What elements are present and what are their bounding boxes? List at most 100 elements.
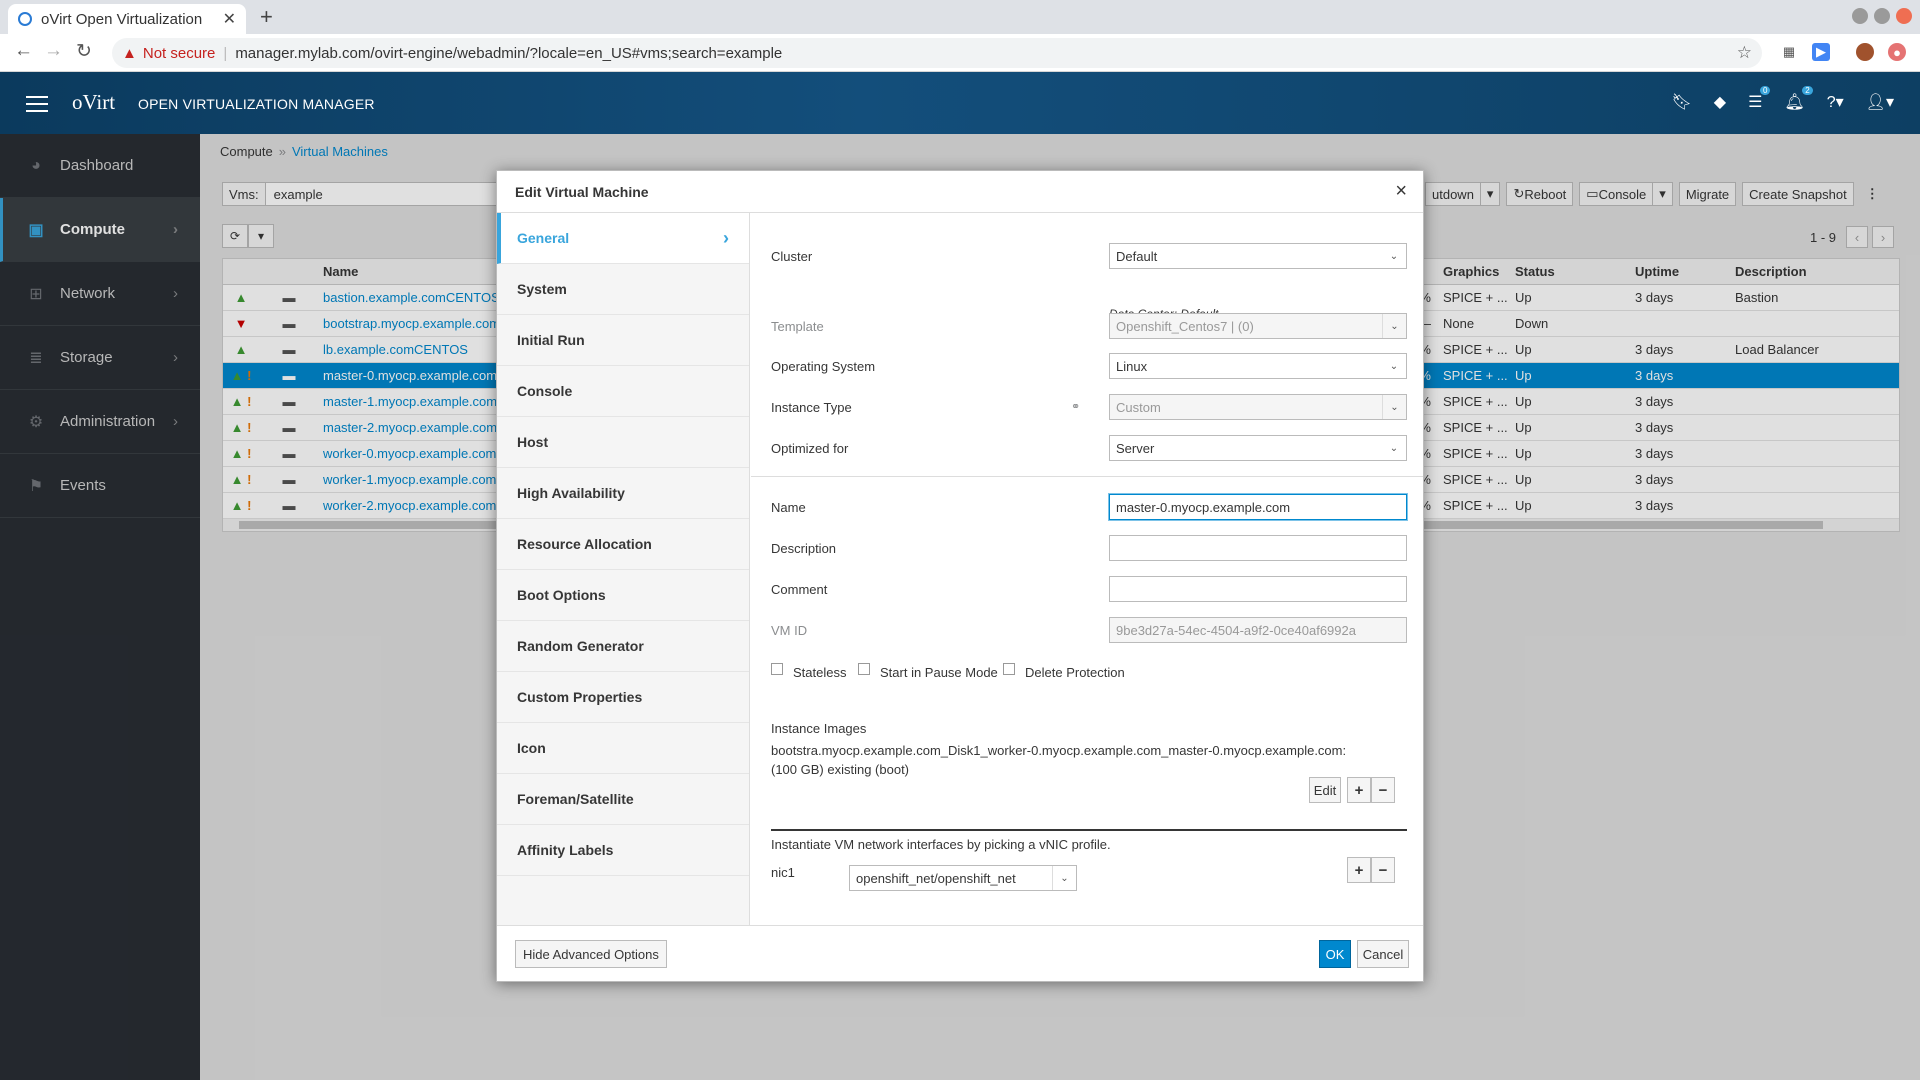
- nic-divider: [771, 829, 1407, 831]
- optimized-label: Optimized for: [771, 441, 849, 456]
- extension-icon[interactable]: ●: [1888, 43, 1906, 61]
- description-input[interactable]: [1109, 535, 1407, 561]
- close-icon[interactable]: ×: [1395, 180, 1407, 203]
- tab-host[interactable]: Host: [497, 417, 749, 468]
- os-label: Operating System: [771, 359, 876, 374]
- bookmark-icon[interactable]: 🔖︎: [1671, 92, 1691, 112]
- optimized-row: Optimized for Server ⌄: [771, 435, 1407, 463]
- nic-label: nic1: [771, 865, 795, 880]
- template-row: Template Openshift_Centos7 | (0) ⌄: [771, 313, 1407, 341]
- os-row: Operating System Linux ⌄: [771, 353, 1407, 381]
- menu-icon[interactable]: [26, 96, 48, 112]
- new-tab-button[interactable]: +: [260, 4, 273, 30]
- comment-row: Comment: [771, 576, 1407, 604]
- browser-tab[interactable]: oVirt Open Virtualization ✕: [8, 4, 246, 34]
- app-header: oVirt OPEN VIRTUALIZATION MANAGER 🔖︎ ◆ ☰…: [0, 72, 1920, 134]
- name-input[interactable]: [1109, 494, 1407, 520]
- chevron-down-icon: ⌄: [1389, 250, 1399, 262]
- close-tab-icon[interactable]: ✕: [223, 9, 236, 29]
- ovirt-favicon-icon: [18, 12, 32, 26]
- window-controls: [1852, 8, 1912, 24]
- help-icon[interactable]: ?▾: [1827, 92, 1844, 112]
- checkbox-box[interactable]: [858, 662, 870, 675]
- bookmark-star-icon[interactable]: ☆: [1737, 43, 1752, 63]
- tab-general[interactable]: General ›: [497, 213, 749, 264]
- tab-console[interactable]: Console: [497, 366, 749, 417]
- maximize-icon[interactable]: [1874, 8, 1890, 24]
- vmid-input: [1109, 617, 1407, 643]
- chevron-down-icon: ⌄: [1389, 442, 1399, 454]
- tab-label: System: [517, 281, 567, 297]
- template-select: Openshift_Centos7 | (0) ⌄: [1109, 313, 1407, 339]
- back-icon[interactable]: ←: [14, 40, 33, 62]
- remove-disk-button[interactable]: −: [1371, 777, 1395, 803]
- edit-disk-button[interactable]: Edit: [1309, 777, 1341, 803]
- tab-custom-properties[interactable]: Custom Properties: [497, 672, 749, 723]
- app-name: OPEN VIRTUALIZATION MANAGER: [138, 96, 375, 112]
- tab-affinity-labels[interactable]: Affinity Labels: [497, 825, 749, 876]
- tab-foreman-satellite[interactable]: Foreman/Satellite: [497, 774, 749, 825]
- nic-profile-select[interactable]: openshift_net/openshift_net ⌄: [849, 865, 1077, 891]
- optimized-select[interactable]: Server ⌄: [1109, 435, 1407, 461]
- delete-protection-checkbox[interactable]: Delete Protection: [1003, 662, 1125, 680]
- browser-tabbar: oVirt Open Virtualization ✕ +: [0, 0, 1920, 34]
- extension-zoom-icon[interactable]: ▶: [1812, 43, 1830, 61]
- stateless-checkbox[interactable]: Stateless: [771, 662, 847, 680]
- reload-icon[interactable]: ↻: [76, 40, 92, 63]
- vmid-label: VM ID: [771, 623, 808, 638]
- os-value: Linux: [1116, 358, 1148, 374]
- checkbox-box[interactable]: [771, 662, 783, 675]
- bell-icon[interactable]: 🔔︎ 2: [1784, 86, 1813, 112]
- link-icon[interactable]: ⚭: [1071, 400, 1080, 413]
- add-nic-button[interactable]: +: [1347, 857, 1371, 883]
- remove-nic-button[interactable]: −: [1371, 857, 1395, 883]
- pause-mode-checkbox[interactable]: Start in Pause Mode: [858, 662, 998, 680]
- dialog-title: Edit Virtual Machine: [515, 183, 649, 200]
- tab-label: Affinity Labels: [517, 842, 614, 858]
- tab-system[interactable]: System: [497, 264, 749, 315]
- tab-random-generator[interactable]: Random Generator: [497, 621, 749, 672]
- tab-title: oVirt Open Virtualization: [41, 10, 203, 28]
- tab-high-availability[interactable]: High Availability: [497, 468, 749, 519]
- tab-label: Console: [517, 383, 573, 399]
- dialog-tabs: General › System Initial Run Console Host…: [497, 213, 750, 925]
- tab-label: Boot Options: [517, 587, 606, 603]
- name-row: Name: [771, 494, 1407, 522]
- instance-type-label: Instance Type: [771, 400, 852, 415]
- comment-label: Comment: [771, 582, 828, 597]
- extension-grid-icon[interactable]: ▦: [1780, 43, 1798, 61]
- forward-icon[interactable]: →: [44, 40, 63, 62]
- os-select[interactable]: Linux ⌄: [1109, 353, 1407, 379]
- tag-icon[interactable]: ◆: [1714, 92, 1726, 112]
- tab-resource-allocation[interactable]: Resource Allocation: [497, 519, 749, 570]
- avatar[interactable]: [1856, 43, 1874, 61]
- chevron-down-icon: ⌄: [1382, 395, 1406, 419]
- hide-advanced-button[interactable]: Hide Advanced Options: [515, 940, 667, 968]
- pause-mode-label: Start in Pause Mode: [880, 665, 998, 680]
- cluster-value: Default: [1116, 248, 1158, 264]
- user-icon[interactable]: 👤︎▾: [1866, 92, 1894, 112]
- dialog-header: Edit Virtual Machine ×: [497, 171, 1423, 213]
- checkbox-box[interactable]: [1003, 662, 1015, 675]
- stateless-label: Stateless: [793, 665, 847, 680]
- cluster-row: Cluster Default ⌄: [771, 243, 1407, 271]
- tasks-icon[interactable]: ☰ 0: [1748, 86, 1771, 112]
- tab-label: Resource Allocation: [517, 536, 652, 552]
- header-icons: 🔖︎ ◆ ☰ 0 🔔︎ 2 ?▾ 👤︎▾: [1671, 86, 1894, 112]
- tab-initial-run[interactable]: Initial Run: [497, 315, 749, 366]
- tab-label: Random Generator: [517, 638, 644, 654]
- instance-type-select: Custom ⌄: [1109, 394, 1407, 420]
- cancel-button[interactable]: Cancel: [1357, 940, 1409, 968]
- instance-type-value: Custom: [1116, 399, 1161, 415]
- cluster-select[interactable]: Default ⌄: [1109, 243, 1407, 269]
- close-window-icon[interactable]: [1896, 8, 1912, 24]
- tab-label: General: [517, 230, 570, 246]
- minimize-icon[interactable]: [1852, 8, 1868, 24]
- comment-input[interactable]: [1109, 576, 1407, 602]
- address-bar[interactable]: ▲ Not secure | manager.mylab.com/ovirt-e…: [112, 38, 1762, 68]
- add-disk-button[interactable]: +: [1347, 777, 1371, 803]
- tab-label: Foreman/Satellite: [517, 791, 634, 807]
- tab-icon[interactable]: Icon: [497, 723, 749, 774]
- ok-button[interactable]: OK: [1319, 940, 1351, 968]
- tab-boot-options[interactable]: Boot Options: [497, 570, 749, 621]
